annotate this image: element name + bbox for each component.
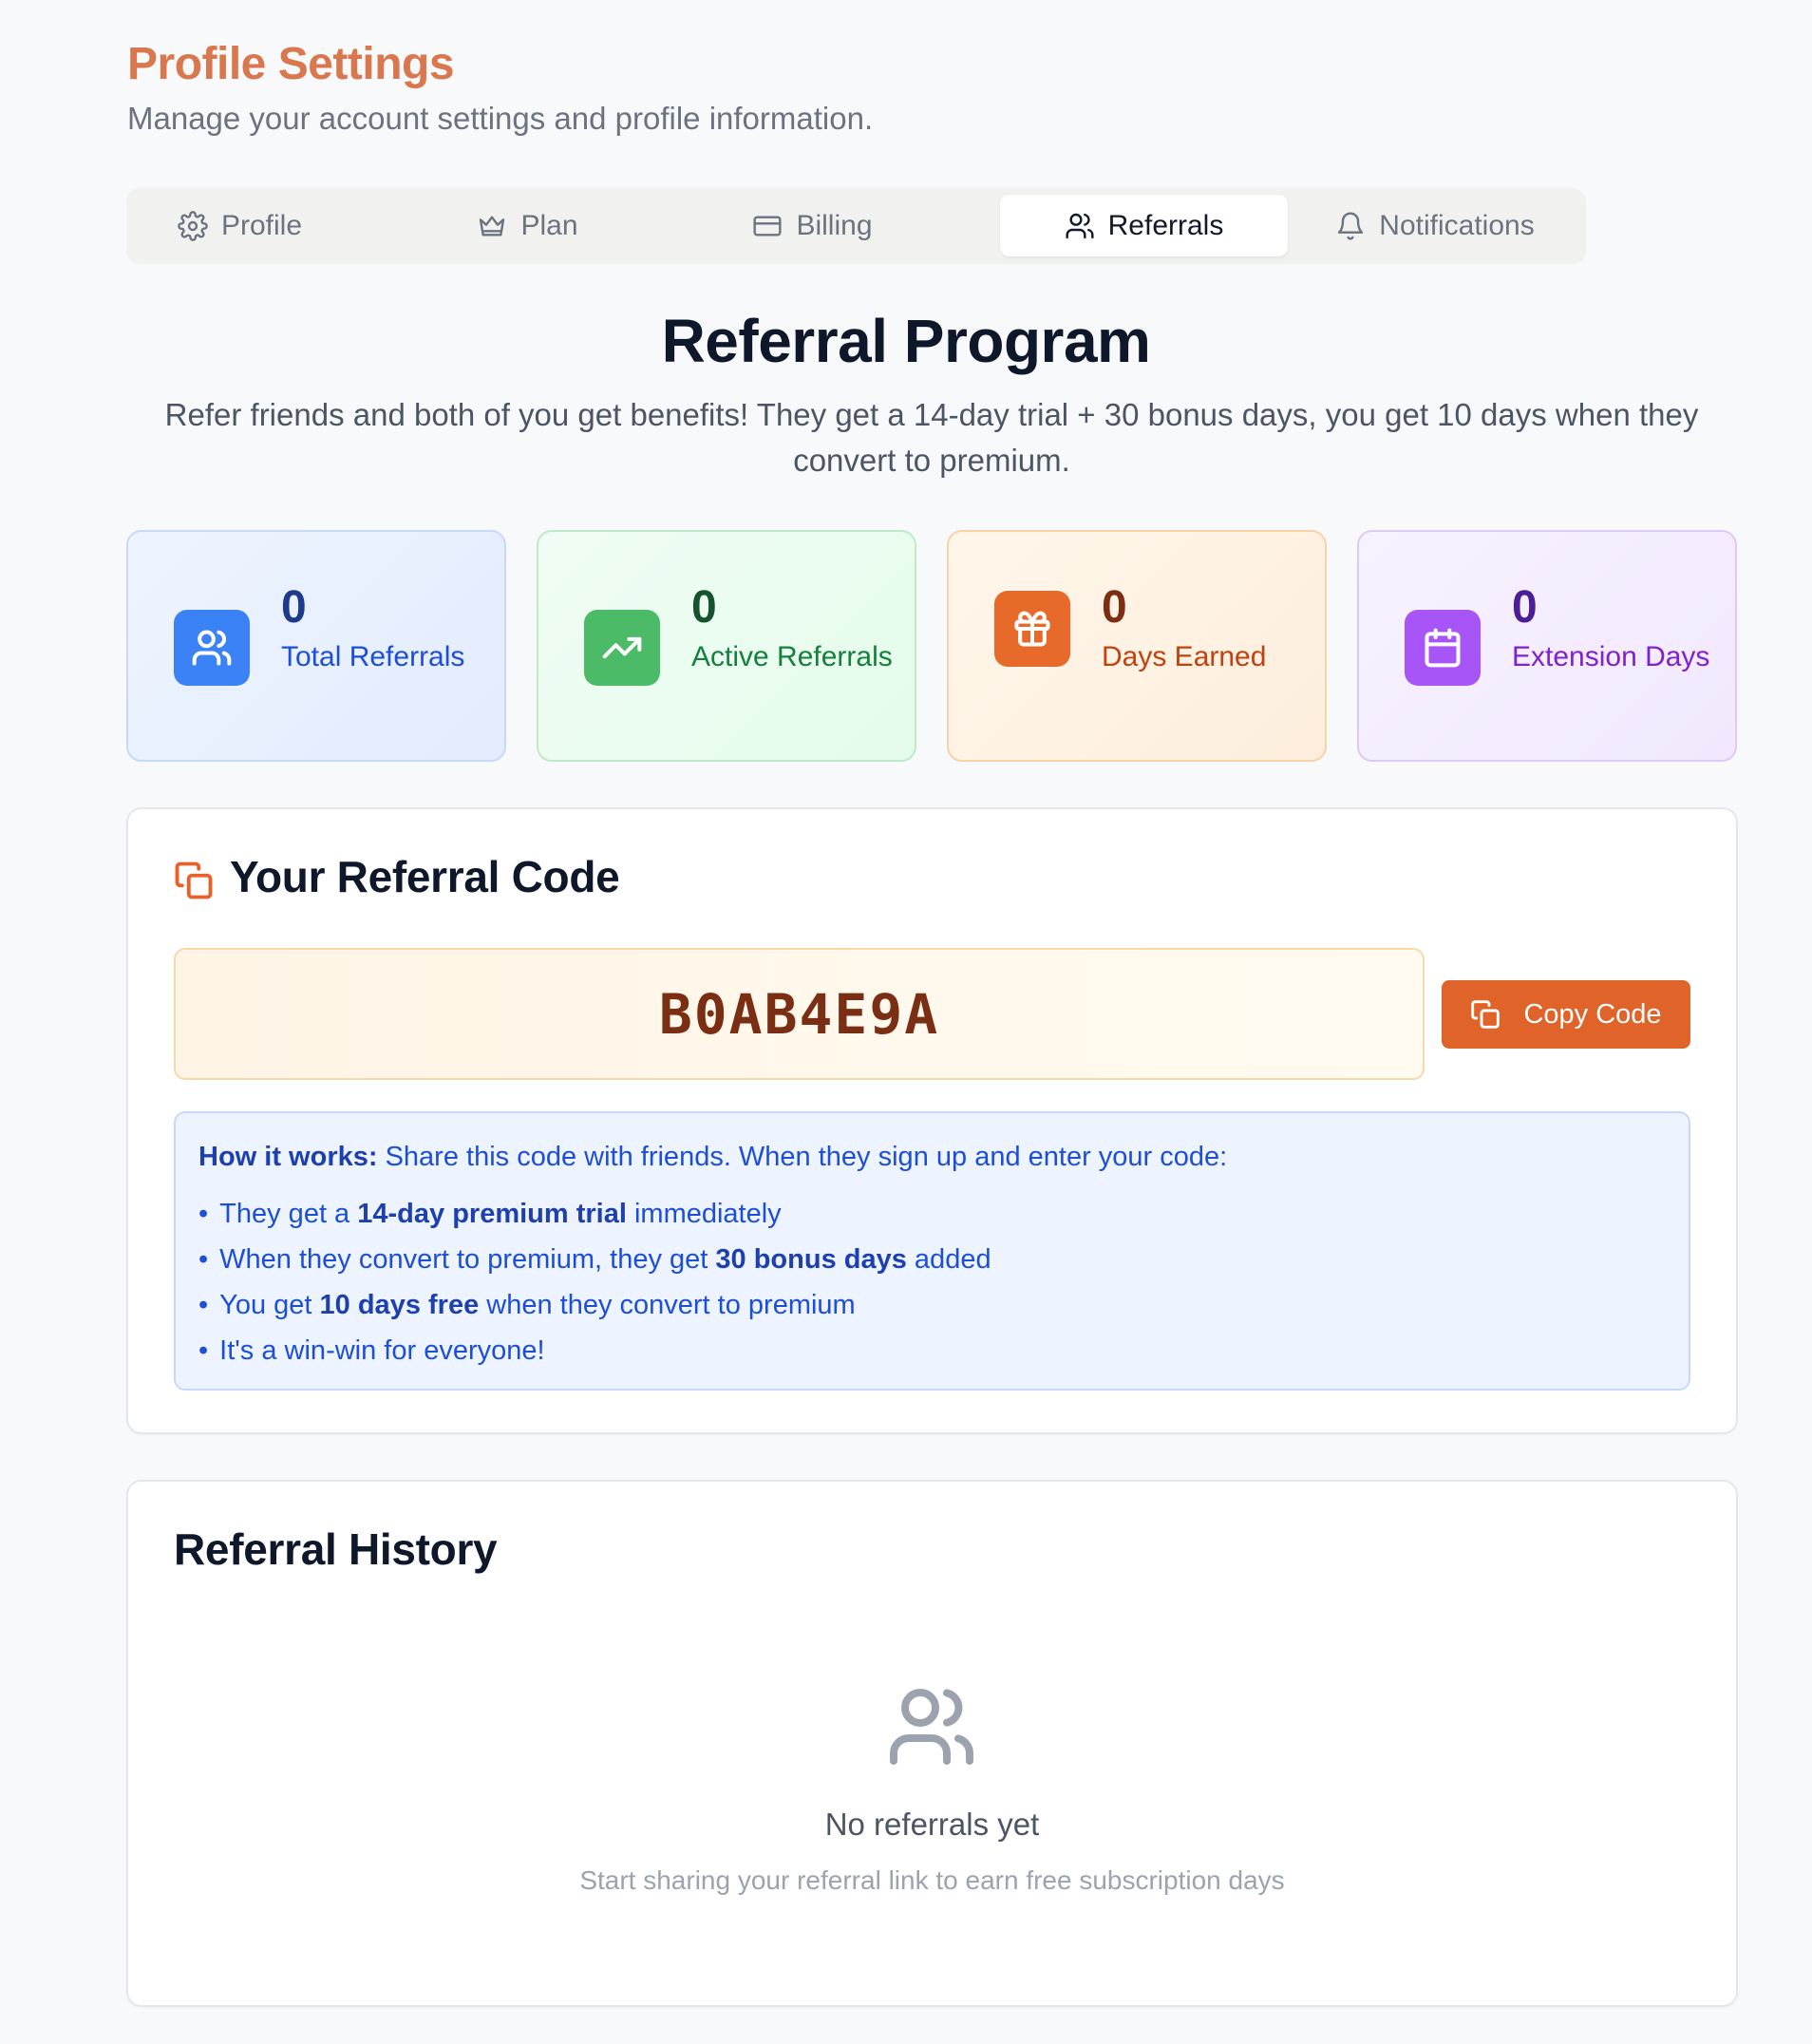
list-item-bold: 14-day premium trial: [357, 1199, 627, 1229]
page: Profile Settings Manage your account set…: [0, 0, 1812, 2044]
tab-label: Notifications: [1379, 209, 1535, 241]
how-it-works-list: They get a 14-day premium trial immediat…: [198, 1191, 1666, 1373]
users-icon: [886, 1681, 977, 1772]
stat-label: Days Earned: [1102, 641, 1267, 672]
copy-icon: [174, 861, 214, 900]
list-item: When they convert to premium, they get 3…: [198, 1237, 1666, 1282]
tab-billing[interactable]: Billing: [706, 195, 919, 256]
list-item-text: You get: [219, 1290, 320, 1320]
list-item: They get a 14-day premium trial immediat…: [198, 1191, 1666, 1237]
list-item-bold: 10 days free: [319, 1290, 480, 1320]
stat-label: Extension Days: [1512, 641, 1710, 672]
stat-label: Active Referrals: [691, 641, 893, 672]
list-item-text: When they convert to premium, they get: [219, 1244, 716, 1275]
list-item-text: They get a: [219, 1199, 358, 1229]
gift-icon: [994, 591, 1070, 667]
stat-days-earned: 0 Days Earned: [947, 530, 1327, 762]
tab-label: Billing: [796, 209, 873, 241]
users-icon: [174, 610, 250, 686]
stat-active-referrals: 0 Active Referrals: [537, 530, 916, 762]
list-item-text: immediately: [626, 1199, 782, 1229]
page-title: Profile Settings: [127, 39, 455, 89]
calendar-icon: [1405, 610, 1481, 686]
stat-value: 0: [281, 582, 307, 633]
how-it-works-intro: How it works: Share this code with frien…: [198, 1138, 1666, 1176]
trending-up-icon: [584, 610, 660, 686]
how-it-works-box: How it works: Share this code with frien…: [174, 1111, 1690, 1391]
referral-code-box[interactable]: B0AB4E9A: [174, 948, 1425, 1080]
how-it-works-text: Share this code with friends. When they …: [385, 1142, 1228, 1172]
stat-value: 0: [1102, 582, 1127, 633]
list-item: You get 10 days free when they convert t…: [198, 1282, 1666, 1328]
tab-profile[interactable]: Profile: [133, 195, 347, 256]
referral-code-title: Your Referral Code: [230, 852, 620, 901]
copy-code-label: Copy Code: [1523, 998, 1662, 1030]
crown-icon: [480, 215, 505, 237]
list-item: It's a win-win for everyone!: [198, 1328, 1666, 1373]
copy-icon: [1471, 1000, 1501, 1029]
tab-notifications[interactable]: Notifications: [1297, 195, 1573, 256]
gear-icon: [178, 210, 208, 241]
stat-total-referrals: 0 Total Referrals: [126, 530, 506, 762]
empty-state-title: No referrals yet: [824, 1807, 1040, 1842]
tab-label: Plan: [520, 209, 578, 241]
referral-program-title: Referral Program: [661, 307, 1151, 375]
page-subtitle: Manage your account settings and profile…: [127, 101, 874, 136]
list-item-text: when they convert to premium: [479, 1290, 856, 1320]
referral-history-card: Referral History No referrals yet Start …: [126, 1480, 1738, 2007]
referral-program-description: Refer friends and both of you get benefi…: [164, 397, 1699, 478]
referral-code-value[interactable]: B0AB4E9A: [659, 982, 939, 1047]
users-icon: [1066, 213, 1094, 238]
list-item-text: It's a win-win for everyone!: [219, 1335, 545, 1366]
list-item-text: added: [906, 1244, 991, 1275]
credit-card-icon: [753, 215, 783, 237]
referral-history-title: Referral History: [174, 1524, 498, 1574]
bell-icon: [1338, 212, 1364, 240]
tab-label: Profile: [220, 209, 303, 241]
tab-referrals[interactable]: Referrals: [1000, 195, 1288, 256]
tab-label: Referrals: [1107, 209, 1224, 241]
stat-extension-days: 0 Extension Days: [1357, 530, 1737, 762]
list-item-bold: 30 bonus days: [715, 1244, 907, 1275]
referral-code-card: Your Referral Code B0AB4E9A Copy Code Ho…: [126, 807, 1738, 1434]
copy-code-button[interactable]: Copy Code: [1442, 980, 1690, 1049]
tab-plan[interactable]: Plan: [421, 195, 634, 256]
stat-label: Total Referrals: [281, 641, 465, 672]
empty-state-description: Start sharing your referral link to earn…: [579, 1865, 1285, 1895]
stat-value: 0: [691, 582, 717, 633]
stat-value: 0: [1512, 582, 1538, 633]
how-it-works-lead: How it works:: [198, 1142, 378, 1172]
settings-tabs: Profile Plan Billing Referrals Notificat…: [126, 188, 1586, 264]
